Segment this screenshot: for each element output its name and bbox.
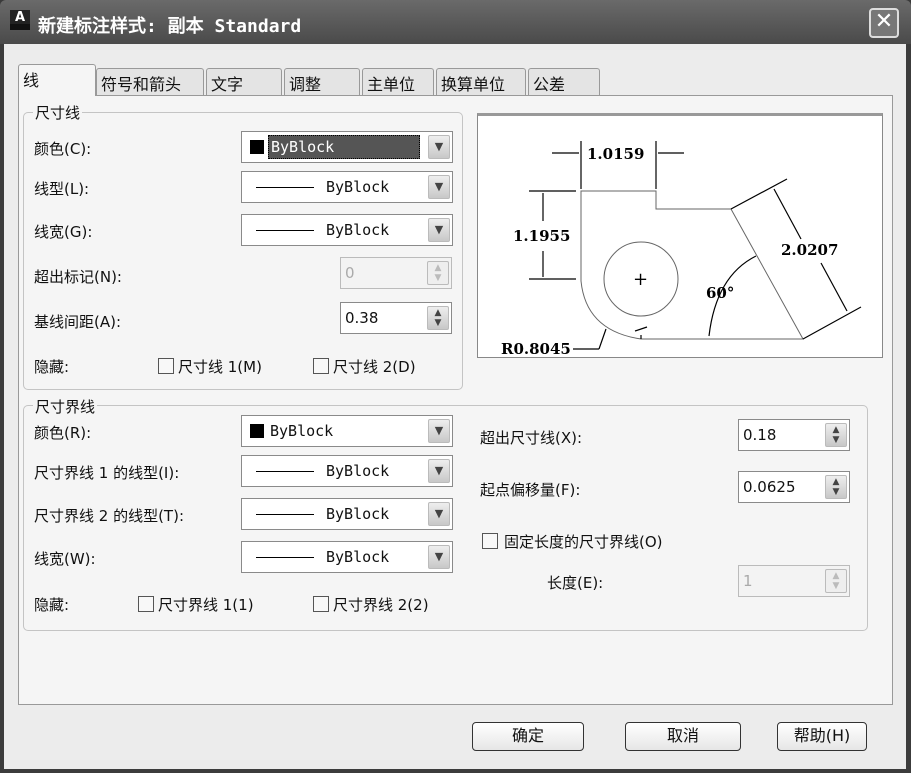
color-swatch-icon <box>250 140 264 154</box>
extend-beyond-spinner[interactable]: 0.18 ▲ ▼ <box>738 419 850 451</box>
baseline-spacing-spinner[interactable]: 0.38 ▲ ▼ <box>340 302 452 334</box>
ext2-linetype-label: 尺寸界线 2 的线型(T): <box>34 507 185 525</box>
ext2-linetype-select[interactable]: ByBlock ▼ <box>241 498 453 530</box>
tab-text[interactable]: 文字 <box>206 68 282 96</box>
help-button[interactable]: 帮助(H) <box>777 722 867 751</box>
dialog-title: 新建标注样式: 副本 Standard <box>38 16 302 37</box>
ext-lineweight-label: 线宽(W): <box>34 550 96 568</box>
suppress-ext2-label[interactable]: 尺寸界线 2(2) <box>333 594 429 615</box>
ext2-linetype-value: ByBlock <box>326 505 390 523</box>
extend-ticks-label: 超出标记(N): <box>34 268 122 286</box>
title-bar: A 新建标注样式: 副本 Standard ✕ <box>0 0 911 44</box>
dim-lineweight-select[interactable]: ByBlock ▼ <box>241 214 453 246</box>
ext-lineweight-value: ByBlock <box>326 548 390 566</box>
dim-linetype-value: ByBlock <box>326 178 390 196</box>
dim-lines-legend: 尺寸线 <box>33 102 83 123</box>
fixed-length-label[interactable]: 固定长度的尺寸界线(O) <box>504 531 663 552</box>
chevron-down-icon[interactable]: ▼ <box>428 459 450 483</box>
preview-shape <box>580 190 804 340</box>
spinner-arrows-icon[interactable]: ▲ ▼ <box>825 423 847 447</box>
preview-dim-3: 2.0207 <box>781 241 838 259</box>
suppress-ext2-checkbox[interactable] <box>313 596 329 612</box>
ext-color-value: ByBlock <box>270 422 334 440</box>
baseline-spacing-value[interactable]: 0.38 <box>345 309 378 327</box>
spinner-arrows-icon[interactable]: ▲ ▼ <box>427 306 449 330</box>
dim-linetype-label: 线型(L): <box>34 180 90 198</box>
cancel-button[interactable]: 取消 <box>625 722 741 751</box>
preview-pane: 1.0159 1.1955 2.0207 60° R0.8045 + <box>477 113 883 358</box>
extend-ticks-spinner: 0 ▲ ▼ <box>340 257 452 289</box>
preview-dim-2: 1.1955 <box>513 227 570 245</box>
length-value: 1 <box>743 572 753 590</box>
origin-offset-label: 起点偏移量(F): <box>480 481 581 499</box>
chevron-down-icon[interactable]: ▼ <box>428 545 450 569</box>
suppress-ext1-checkbox[interactable] <box>138 596 154 612</box>
chevron-down-icon[interactable]: ▼ <box>428 175 450 199</box>
dim-color-select[interactable]: ByBlock ▼ <box>241 131 453 163</box>
line-sample <box>256 187 314 188</box>
center-mark: + <box>633 269 648 290</box>
dim-suppress-label: 隐藏: <box>34 358 70 376</box>
preview-angle: 60° <box>706 284 734 302</box>
spinner-arrows-icon: ▲ ▼ <box>427 261 449 285</box>
line-sample <box>256 557 314 558</box>
line-sample <box>256 514 314 515</box>
fixed-length-checkbox[interactable] <box>482 533 498 549</box>
dim-lineweight-label: 线宽(G): <box>34 223 93 241</box>
tab-symbols-arrows[interactable]: 符号和箭头 <box>96 68 204 96</box>
origin-offset-value[interactable]: 0.0625 <box>743 478 796 496</box>
extend-ticks-value: 0 <box>345 264 355 282</box>
suppress-dim1-checkbox[interactable] <box>158 358 174 374</box>
tab-primary-units[interactable]: 主单位 <box>362 68 434 96</box>
origin-offset-spinner[interactable]: 0.0625 ▲ ▼ <box>738 471 850 503</box>
preview-dim-1: 1.0159 <box>587 145 644 163</box>
ext-lines-legend: 尺寸界线 <box>33 396 98 417</box>
tab-alternate-units[interactable]: 换算单位 <box>436 68 526 96</box>
dialog-window: A 新建标注样式: 副本 Standard ✕ 线 符号和箭头 文字 调整 主单… <box>0 0 911 773</box>
chevron-down-icon[interactable]: ▼ <box>428 218 450 242</box>
autocad-app-icon: A <box>10 10 30 30</box>
spinner-arrows-icon: ▲ ▼ <box>825 569 847 593</box>
chevron-down-icon[interactable]: ▼ <box>428 135 450 159</box>
close-button[interactable]: ✕ <box>869 8 899 38</box>
line-sample <box>256 471 314 472</box>
line-sample <box>256 230 314 231</box>
length-spinner: 1 ▲ ▼ <box>738 565 850 597</box>
preview-radius: R0.8045 <box>501 340 571 358</box>
ext1-linetype-select[interactable]: ByBlock ▼ <box>241 455 453 487</box>
chevron-down-icon[interactable]: ▼ <box>428 502 450 526</box>
suppress-dim2-label[interactable]: 尺寸线 2(D) <box>333 356 416 377</box>
suppress-dim1-label[interactable]: 尺寸线 1(M) <box>178 356 262 377</box>
tab-tolerances[interactable]: 公差 <box>528 68 600 96</box>
length-label: 长度(E): <box>547 574 604 592</box>
suppress-ext1-label[interactable]: 尺寸界线 1(1) <box>158 594 254 615</box>
dim-linetype-select[interactable]: ByBlock ▼ <box>241 171 453 203</box>
ext-lineweight-select[interactable]: ByBlock ▼ <box>241 541 453 573</box>
baseline-spacing-label: 基线间距(A): <box>34 313 122 331</box>
tab-fit[interactable]: 调整 <box>284 68 360 96</box>
extend-beyond-label: 超出尺寸线(X): <box>480 429 583 447</box>
dim-color-value: ByBlock <box>268 135 420 159</box>
ext-color-select[interactable]: ByBlock ▼ <box>241 415 453 447</box>
chevron-down-icon[interactable]: ▼ <box>428 419 450 443</box>
extend-beyond-value[interactable]: 0.18 <box>743 426 776 444</box>
ext1-linetype-label: 尺寸界线 1 的线型(I): <box>34 464 180 482</box>
ext-suppress-label: 隐藏: <box>34 596 70 614</box>
ok-button[interactable]: 确定 <box>472 722 584 751</box>
ext-color-label: 颜色(R): <box>34 424 92 442</box>
suppress-dim2-checkbox[interactable] <box>313 358 329 374</box>
dimension-preview-drawing: 1.0159 1.1955 2.0207 60° R0.8045 + <box>501 141 862 358</box>
dim-lineweight-value: ByBlock <box>326 221 390 239</box>
dim-color-label: 颜色(C): <box>34 140 92 158</box>
color-swatch-icon <box>250 424 264 438</box>
ext1-linetype-value: ByBlock <box>326 462 390 480</box>
tab-lines[interactable]: 线 <box>18 64 96 96</box>
spinner-arrows-icon[interactable]: ▲ ▼ <box>825 475 847 499</box>
